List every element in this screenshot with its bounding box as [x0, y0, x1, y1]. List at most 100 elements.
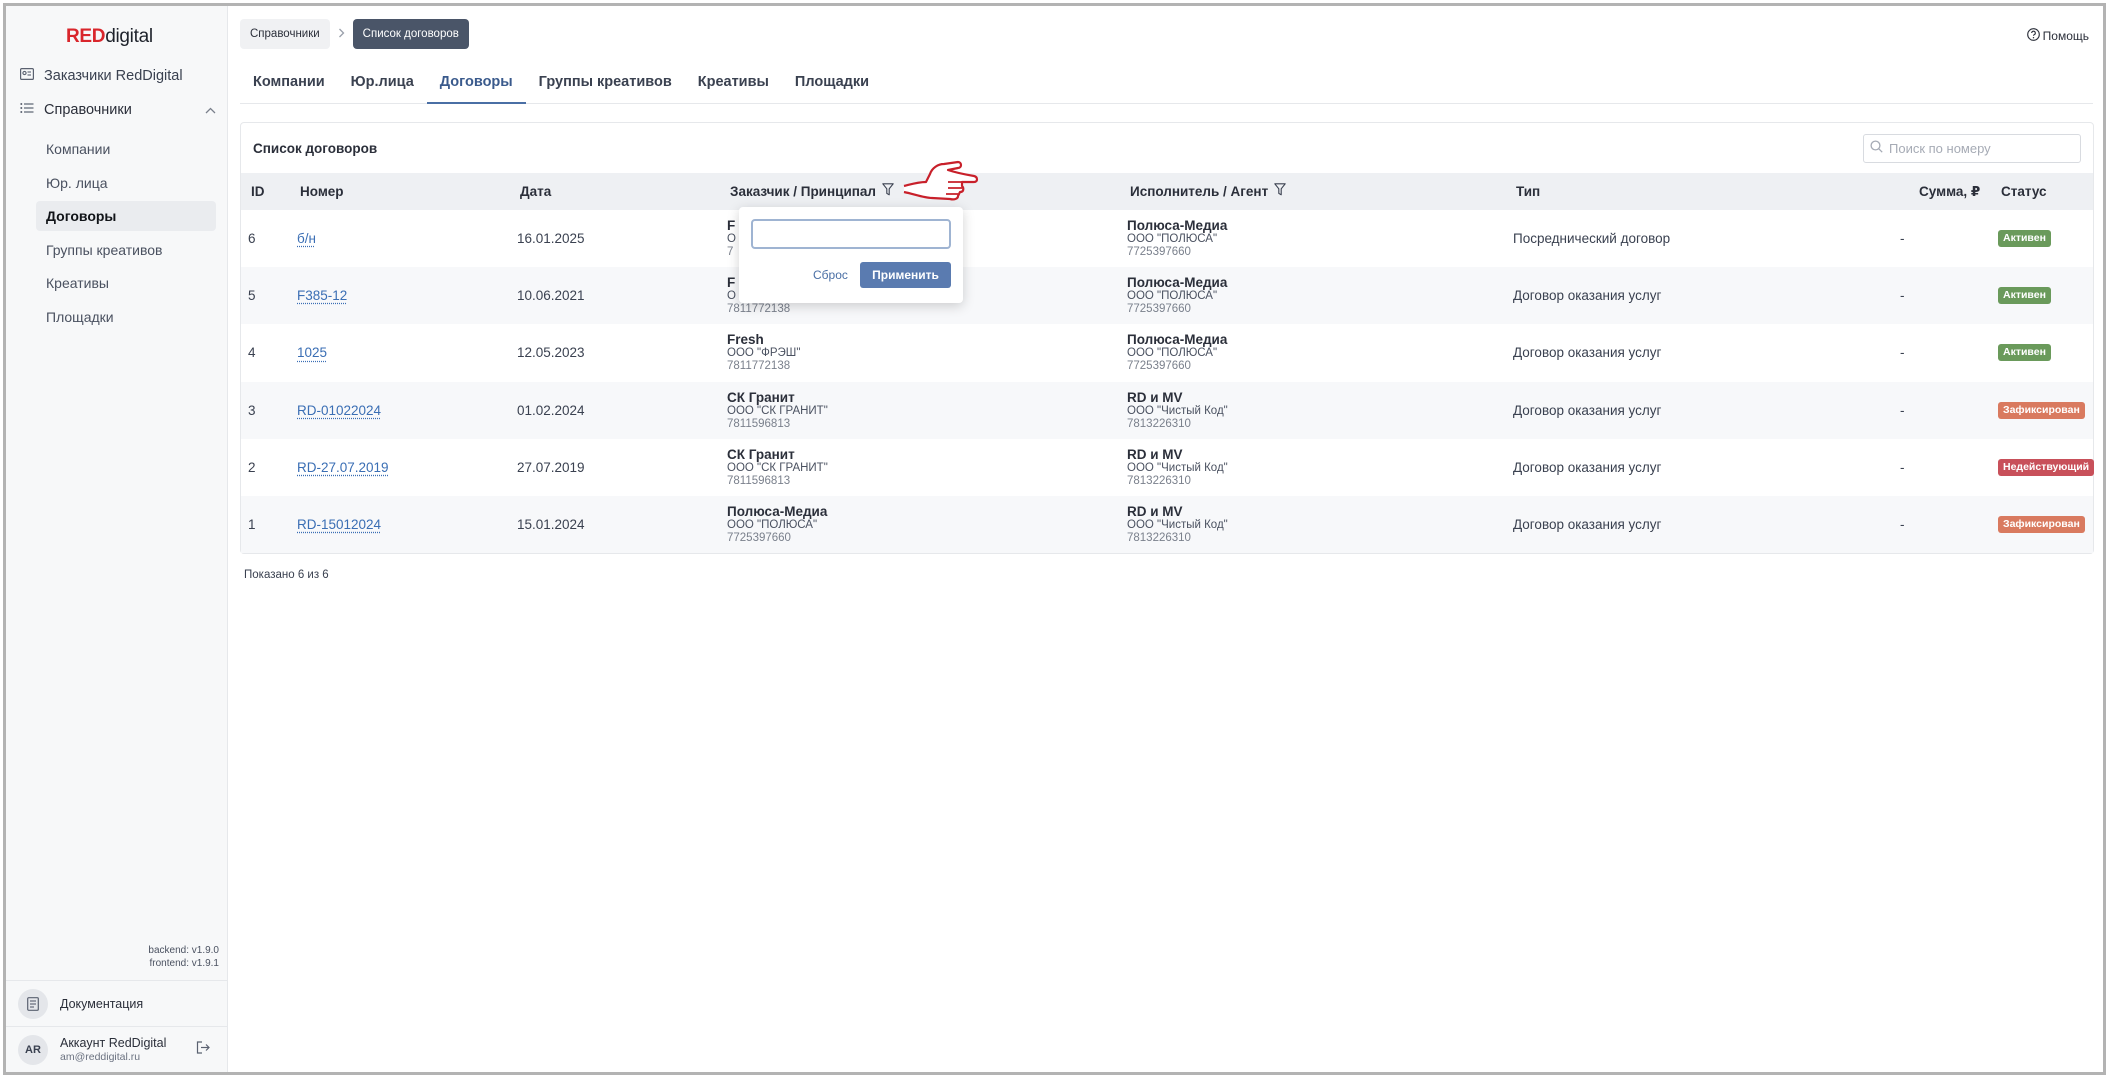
documentation-label: Документация: [60, 996, 144, 1011]
card-title: Список договоров: [253, 141, 378, 156]
sidebar-section-references[interactable]: Справочники: [20, 102, 216, 118]
cell-status: Активен: [1998, 210, 2051, 267]
cell-client: Fresh ООО "ФРЭШ" 7811772138: [727, 324, 800, 381]
status-badge: Зафиксирован: [1998, 516, 2085, 534]
table-row[interactable]: 4 1025 12.05.2023 Fresh ООО "ФРЭШ" 78117…: [241, 324, 2093, 381]
contractor-legal-name: ООО "Чистый Код": [1127, 461, 1228, 474]
contractor-name: Полюса-Медиа: [1127, 275, 1228, 291]
app-window: REDdigital Заказчики RedDigital Справочн…: [3, 3, 2106, 1075]
cell-client: F О 7: [727, 210, 736, 267]
tab-legal-entities[interactable]: Юр.лица: [338, 60, 427, 104]
tab-platforms[interactable]: Площадки: [782, 60, 882, 104]
contractor-legal-name: ООО "ПОЛЮСА": [1127, 290, 1218, 303]
contract-number-link[interactable]: RD-27.07.2019: [297, 460, 389, 475]
help-link[interactable]: Помощь: [2026, 28, 2089, 44]
search-input[interactable]: [1889, 141, 2069, 156]
sidebar-section-label: Справочники: [44, 102, 132, 118]
cell-contractor: RD и MV ООО "Чистый Код" 7813226310: [1127, 439, 1228, 496]
column-header-sum: Сумма, ₽: [1919, 184, 1981, 199]
client-legal-name: ООО "ФРЭШ": [727, 347, 801, 360]
cell-id: 2: [248, 439, 256, 496]
contract-number-link[interactable]: RD-01022024: [297, 403, 381, 418]
filter-apply-button[interactable]: Применить: [860, 262, 951, 288]
search-icon: [1870, 139, 1883, 158]
documentation-link[interactable]: Документация: [6, 980, 228, 1026]
filter-reset-button[interactable]: Сброс: [805, 262, 856, 288]
breadcrumb-references[interactable]: Справочники: [240, 19, 330, 49]
contract-number-link[interactable]: F385-12: [297, 288, 347, 303]
version-info: backend: v1.9.0 frontend: v1.9.1: [148, 944, 219, 970]
chevron-right-icon: [338, 27, 345, 41]
tab-creative-groups[interactable]: Группы креативов: [526, 60, 685, 104]
sidebar-item-legal-entities[interactable]: Юр. лица: [36, 168, 216, 198]
contractor-name: RD и MV: [1127, 389, 1183, 405]
tab-contracts[interactable]: Договоры: [426, 60, 526, 104]
sidebar-item-companies[interactable]: Компании: [36, 134, 216, 164]
client-inn: 7811596813: [727, 417, 791, 430]
contract-date: 12.05.2023: [517, 345, 585, 361]
filter-icon[interactable]: [1274, 173, 1286, 210]
contract-sum: -: [1900, 231, 1905, 247]
cell-client: СК Гранит ООО "СК ГРАНИТ" 7811596813: [727, 439, 828, 496]
tab-creatives[interactable]: Креативы: [685, 60, 782, 104]
client-name: СК Гранит: [727, 446, 795, 462]
contract-number-link[interactable]: RD-15012024: [297, 517, 381, 532]
frontend-version: frontend: v1.9.1: [149, 958, 220, 969]
table-row[interactable]: 6 б/н 16.01.2025 F О 7 Полюса-Медиа ООО …: [241, 210, 2093, 267]
sidebar-item-creatives[interactable]: Креативы: [36, 268, 216, 298]
column-header-number: Номер: [300, 184, 344, 199]
contractor-name: Полюса-Медиа: [1127, 332, 1228, 348]
contract-sum: -: [1900, 345, 1905, 361]
logo-digital-text: digital: [105, 26, 153, 47]
filter-icon[interactable]: [882, 173, 894, 210]
account-block[interactable]: AR Аккаунт RedDigital am@reddigital.ru: [6, 1026, 228, 1072]
sidebar-item-platforms[interactable]: Площадки: [36, 302, 216, 332]
table-row[interactable]: 1 RD-15012024 15.01.2024 Полюса-Медиа ОО…: [241, 496, 2093, 554]
client-inn: 7811772138: [727, 303, 791, 316]
contract-number-link[interactable]: б/н: [297, 231, 316, 246]
contractor-name: RD и MV: [1127, 504, 1183, 520]
cell-number: F385-12: [297, 267, 347, 324]
cell-number: 1025: [297, 324, 327, 381]
contract-number-link[interactable]: 1025: [297, 345, 327, 360]
sidebar-item-creative-groups[interactable]: Группы креативов: [36, 235, 216, 265]
client-legal-name: О: [727, 233, 736, 246]
client-name: Полюса-Медиа: [727, 504, 828, 520]
cell-id: 6: [248, 210, 256, 267]
cell-date: 16.01.2025: [517, 210, 585, 267]
question-circle-icon: [2026, 28, 2040, 44]
sidebar-item-contracts[interactable]: Договоры: [36, 201, 216, 232]
cell-contractor: Полюса-Медиа ООО "ПОЛЮСА" 7725397660: [1127, 210, 1227, 267]
row-id: 5: [248, 288, 256, 304]
row-id: 2: [248, 459, 256, 475]
search-box: [1863, 134, 2081, 163]
row-id: 3: [248, 402, 256, 418]
filter-input[interactable]: [751, 219, 951, 249]
contract-date: 16.01.2025: [517, 231, 585, 247]
logout-icon[interactable]: [196, 1041, 210, 1059]
contract-type: Договор оказания услуг: [1513, 345, 1662, 361]
cell-sum: -: [1900, 496, 1905, 553]
status-badge: Зафиксирован: [1998, 401, 2085, 419]
cell-sum: -: [1900, 210, 1905, 267]
status-badge: Активен: [1998, 287, 2051, 305]
client-inn: 7: [727, 246, 734, 259]
client-name: Fresh: [727, 332, 764, 348]
tab-companies[interactable]: Компании: [240, 60, 338, 104]
column-header-client: Заказчик / Принципал: [730, 173, 894, 210]
cell-sum: -: [1900, 324, 1905, 381]
contractor-inn: 7813226310: [1127, 532, 1191, 545]
rows-count: Показано 6 из 6: [244, 569, 329, 581]
table-row[interactable]: 5 F385-12 10.06.2021 F О 7811772138 Полю…: [241, 267, 2093, 325]
sidebar-item-label: Заказчики RedDigital: [44, 68, 183, 84]
table-row[interactable]: 3 RD-01022024 01.02.2024 СК Гранит ООО "…: [241, 381, 2093, 439]
cell-date: 15.01.2024: [517, 496, 585, 553]
id-card-icon: [20, 68, 35, 84]
logo[interactable]: REDdigital: [66, 26, 153, 48]
cell-type: Договор оказания услуг: [1513, 382, 1661, 439]
cell-contractor: Полюса-Медиа ООО "ПОЛЮСА" 7725397660: [1127, 324, 1227, 381]
sidebar-item-clients[interactable]: Заказчики RedDigital: [20, 68, 183, 84]
chevron-up-icon[interactable]: [205, 103, 216, 117]
client-inn: 7725397660: [727, 532, 791, 545]
table-row[interactable]: 2 RD-27.07.2019 27.07.2019 СК Гранит ООО…: [241, 439, 2095, 496]
